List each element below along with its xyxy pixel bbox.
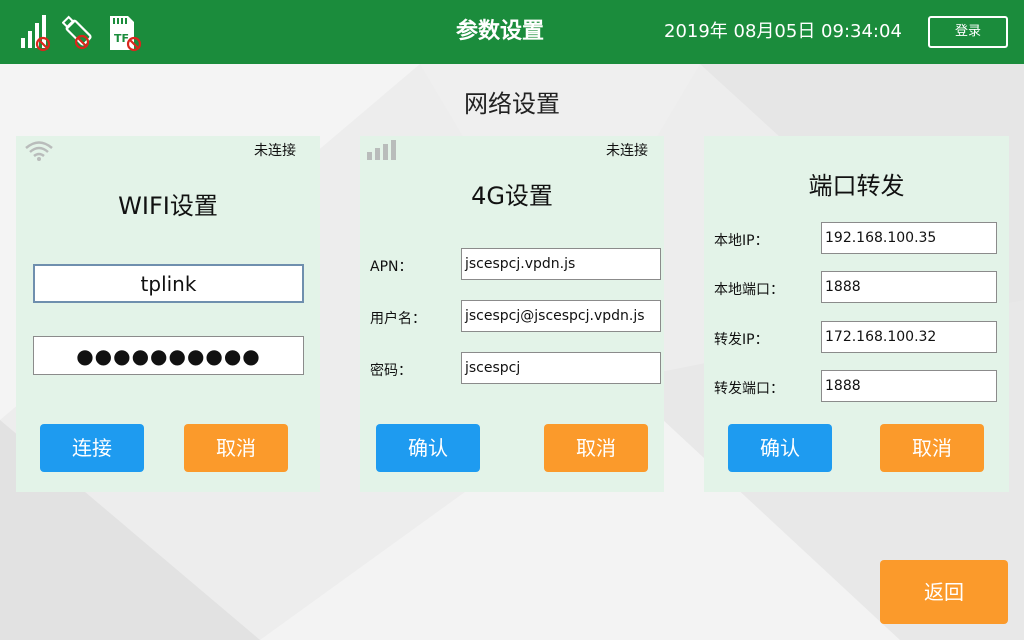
forward-ip-input[interactable]: 172.168.100.32 xyxy=(821,321,997,353)
local-port-label: 本地端口： xyxy=(714,282,784,298)
port-forward-panel-title: 端口转发 xyxy=(808,172,905,200)
wifi-password-input[interactable]: ●●●●●●●●●● xyxy=(33,336,304,375)
lte-cancel-button[interactable]: 取消 xyxy=(544,424,648,472)
port-confirm-button[interactable]: 确认 xyxy=(728,424,832,472)
lte-username-label: 用户名： xyxy=(370,311,426,327)
lte-connection-status: 未连接 xyxy=(606,143,648,159)
header-bar: TF 参数设置 2019年 08月05日 09:34:04 登录 xyxy=(0,0,1024,64)
local-port-input[interactable]: 1888 xyxy=(821,271,997,303)
wifi-cancel-button[interactable]: 取消 xyxy=(184,424,288,472)
forward-port-input[interactable]: 1888 xyxy=(821,370,997,402)
lte-panel-title: 4G设置 xyxy=(471,182,553,210)
local-ip-label: 本地IP： xyxy=(714,233,769,249)
wifi-connect-button[interactable]: 连接 xyxy=(40,424,144,472)
wifi-connection-status: 未连接 xyxy=(254,143,296,159)
page-title: 网络设置 xyxy=(464,90,560,118)
back-button[interactable]: 返回 xyxy=(880,560,1008,624)
local-ip-input[interactable]: 192.168.100.35 xyxy=(821,222,997,254)
lte-confirm-button[interactable]: 确认 xyxy=(376,424,480,472)
lte-password-input[interactable]: jscespcj xyxy=(461,352,661,384)
wifi-panel: 未连接 WIFI设置 tplink ●●●●●●●●●● 连接 取消 xyxy=(16,136,320,492)
lte-password-label: 密码： xyxy=(370,363,412,379)
login-button[interactable]: 登录 xyxy=(928,16,1008,48)
forward-port-label: 转发端口： xyxy=(714,381,784,397)
datetime: 2019年 08月05日 09:34:04 xyxy=(664,21,902,42)
forward-ip-label: 转发IP： xyxy=(714,332,769,348)
wifi-ssid-input[interactable]: tplink xyxy=(33,264,304,303)
apn-input[interactable]: jscespcj.vpdn.js xyxy=(461,248,661,280)
wifi-panel-title: WIFI设置 xyxy=(118,192,218,220)
lte-username-input[interactable]: jscespcj@jscespcj.vpdn.js xyxy=(461,300,661,332)
apn-label: APN： xyxy=(370,259,413,275)
lte-panel: 未连接 4G设置 APN： jscespcj.vpdn.js 用户名： jsce… xyxy=(360,136,664,492)
wifi-icon xyxy=(25,141,53,161)
port-cancel-button[interactable]: 取消 xyxy=(880,424,984,472)
port-forward-panel: 端口转发 本地IP： 192.168.100.35 本地端口： 1888 转发I… xyxy=(704,136,1009,492)
cellular-signal-icon xyxy=(367,140,396,160)
